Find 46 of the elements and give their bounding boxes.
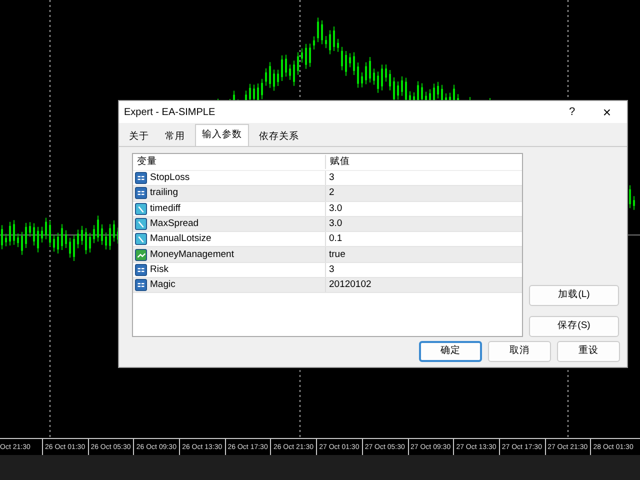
parameter-row[interactable]: Risk 3	[133, 262, 522, 278]
close-button[interactable]: ×	[587, 102, 627, 122]
double-type-icon	[135, 233, 147, 246]
parameter-row[interactable]: Magic 20120102	[133, 278, 522, 294]
side-button[interactable]: 保存(S)	[529, 316, 619, 337]
tab[interactable]: 依存关系	[253, 128, 305, 146]
parameter-row[interactable]: MoneyManagement true	[133, 247, 522, 263]
parameter-value: 3.0	[328, 202, 342, 216]
parameter-row[interactable]: timediff 3.0	[133, 202, 522, 217]
parameter-name: timediff	[150, 202, 180, 216]
int-type-icon	[135, 279, 147, 292]
parameter-value: 2	[328, 186, 334, 200]
int-type-icon	[135, 187, 147, 200]
int-type-icon	[135, 172, 147, 184]
window-title: Expert - EA-SIMPLE	[124, 106, 216, 120]
parameter-value: 3.0	[328, 216, 342, 231]
bool-type-icon	[135, 248, 147, 261]
parameter-value: 3	[328, 171, 334, 186]
parameter-value: true	[328, 248, 346, 262]
dialog-button[interactable]: 重设	[557, 341, 620, 362]
parameter-name: MoneyManagement	[150, 248, 234, 262]
parameter-name: MaxSpread	[150, 216, 199, 231]
dialog-button[interactable]: 确定	[419, 341, 482, 362]
parameter-row[interactable]: MaxSpread 3.0	[133, 216, 522, 232]
tab[interactable]: 关于	[123, 128, 155, 146]
tab[interactable]: 输入参数	[195, 124, 249, 146]
parameter-name: StopLoss	[150, 171, 190, 186]
parameter-name: Risk	[150, 262, 168, 277]
parameter-value: 0.1	[328, 232, 342, 246]
parameter-name: ManualLotsize	[150, 232, 212, 246]
side-button[interactable]: 加载(L)	[529, 285, 619, 306]
help-button[interactable]: ?	[557, 104, 587, 120]
double-type-icon	[135, 218, 147, 230]
parameter-value: 3	[328, 262, 334, 277]
int-type-icon	[135, 264, 147, 276]
parameter-row[interactable]: trailing 2	[133, 186, 522, 202]
parameter-row[interactable]: StopLoss 3	[133, 171, 522, 186]
parameter-name: trailing	[150, 186, 178, 200]
dialog-button[interactable]: 取消	[488, 341, 551, 362]
column-header: 变量	[133, 154, 326, 170]
double-type-icon	[135, 202, 147, 215]
tab[interactable]: 常用	[159, 128, 191, 146]
column-header: 赋值	[329, 154, 351, 169]
parameter-row[interactable]: ManualLotsize 0.1	[133, 232, 522, 248]
parameter-name: Magic	[150, 278, 176, 292]
parameter-value: 20120102	[328, 278, 372, 292]
